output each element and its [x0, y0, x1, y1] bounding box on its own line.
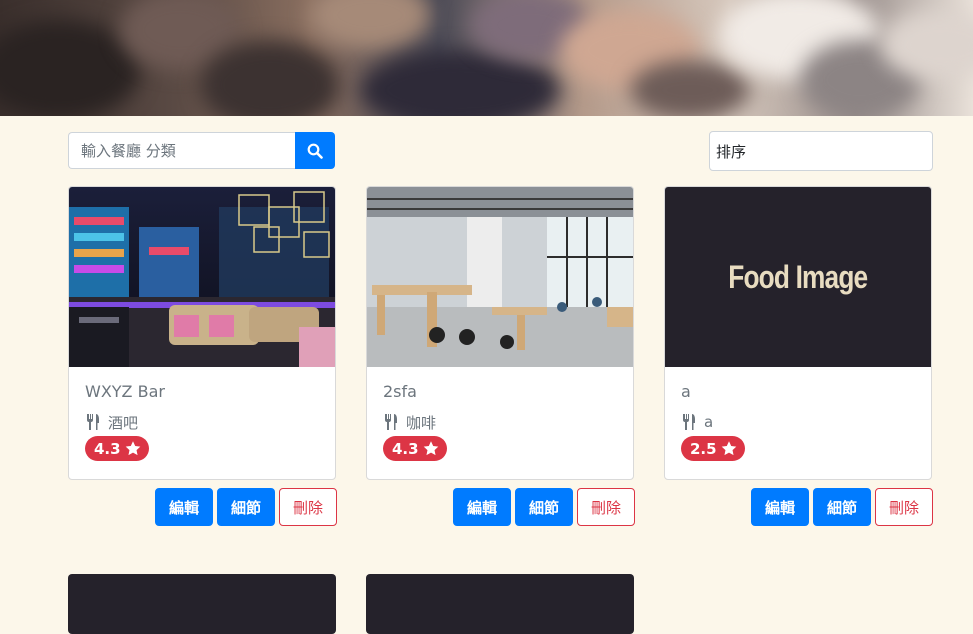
- restaurant-card-partial: [366, 574, 634, 634]
- search-input[interactable]: [68, 132, 296, 169]
- utensils-icon: [87, 414, 99, 430]
- rating-badge: 2.5: [681, 436, 745, 461]
- restaurant-category: a: [681, 412, 921, 432]
- detail-button[interactable]: 細節: [515, 488, 573, 526]
- detail-button[interactable]: 細節: [813, 488, 871, 526]
- star-icon: [423, 441, 438, 456]
- restaurant-card: 2sfa 咖啡 4.3: [366, 186, 634, 480]
- restaurant-category: 咖啡: [383, 412, 623, 432]
- utensils-icon: [385, 414, 397, 430]
- edit-button[interactable]: 編輯: [751, 488, 809, 526]
- delete-button[interactable]: 刪除: [279, 488, 337, 526]
- rating-badge: 4.3: [85, 436, 149, 461]
- restaurant-card: WXYZ Bar 酒吧 4.3: [68, 186, 336, 480]
- detail-button[interactable]: 細節: [217, 488, 275, 526]
- restaurant-image: [367, 187, 633, 367]
- card-actions: 編輯 細節 刪除: [751, 488, 933, 526]
- edit-button[interactable]: 編輯: [453, 488, 511, 526]
- search-icon: [307, 143, 323, 159]
- utensils-icon: [683, 414, 695, 430]
- search-button[interactable]: [295, 132, 335, 169]
- restaurant-image: [69, 187, 335, 367]
- restaurant-card-partial: [68, 574, 336, 634]
- delete-button[interactable]: 刪除: [875, 488, 933, 526]
- restaurant-image: Food Image: [665, 187, 931, 367]
- hero-banner: [0, 0, 973, 116]
- food-image-placeholder-text: Food Image: [728, 258, 868, 295]
- rating-badge: 4.3: [383, 436, 447, 461]
- card-actions: 編輯 細節 刪除: [155, 488, 337, 526]
- sort-label: 排序: [716, 142, 747, 161]
- restaurant-name: 2sfa: [383, 382, 417, 401]
- star-icon: [125, 441, 140, 456]
- sort-select[interactable]: 排序: [709, 131, 933, 171]
- edit-button[interactable]: 編輯: [155, 488, 213, 526]
- restaurant-category: 酒吧: [85, 412, 325, 432]
- restaurant-name: a: [681, 382, 691, 401]
- restaurant-card: Food Image a a 2.5: [664, 186, 932, 480]
- search-toolbar: 排序: [68, 131, 933, 171]
- restaurant-name: WXYZ Bar: [85, 382, 165, 401]
- star-icon: [721, 441, 736, 456]
- card-actions: 編輯 細節 刪除: [453, 488, 635, 526]
- delete-button[interactable]: 刪除: [577, 488, 635, 526]
